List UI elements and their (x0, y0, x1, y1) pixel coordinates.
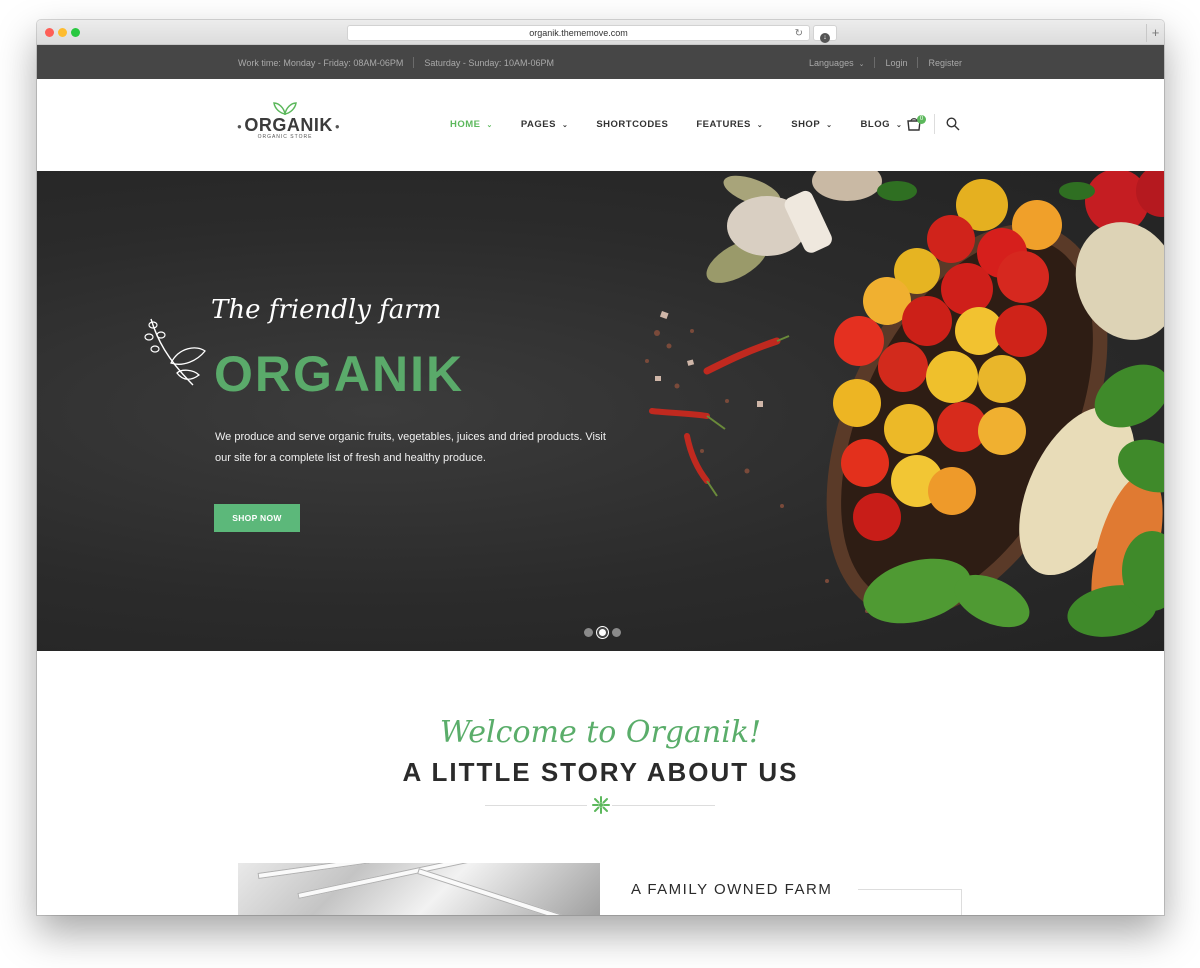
weekend-time-text: Saturday - Sunday: 10AM-06PM (424, 57, 554, 68)
site-logo[interactable]: ● ORGANIK ● ORGANIC STORE (235, 99, 340, 155)
cart-count-badge: 0 (917, 115, 926, 124)
nav-item-blog[interactable]: BLOG ⌄ (861, 119, 903, 130)
languages-label: Languages (809, 57, 854, 68)
slide-dot[interactable] (612, 628, 621, 637)
maximize-window-button[interactable] (71, 28, 80, 37)
hero-title: ORGANIK (214, 346, 465, 402)
nav-item-label: BLOG (860, 119, 890, 130)
slider-pagination (582, 627, 623, 638)
vegetable-bowl-image (645, 171, 1164, 637)
divider (934, 114, 935, 134)
welcome-script-title: Welcome to Organik! (439, 715, 762, 750)
chevron-down-icon: ⌄ (756, 121, 764, 129)
divider (612, 805, 715, 806)
nav-item-home[interactable]: HOME ⌄ (450, 119, 493, 130)
leaf-logo-icon (273, 102, 297, 115)
nav-item-shortcodes[interactable]: SHORTCODES (596, 119, 668, 130)
register-link[interactable]: Register (928, 58, 962, 68)
nav-item-features[interactable]: FEATURES ⌄ (696, 119, 763, 130)
chevron-down-icon: ⌄ (561, 121, 569, 129)
nav-item-pages[interactable]: PAGES ⌄ (521, 119, 568, 130)
divider (874, 57, 876, 68)
top-info-bar: Work time: Monday - Friday: 08AM-06PM Sa… (37, 45, 1164, 79)
search-icon[interactable] (946, 117, 960, 131)
divider (858, 889, 962, 890)
shop-now-button[interactable]: SHOP NOW (214, 504, 300, 532)
download-button[interactable]: ↓ (813, 25, 837, 43)
nav-item-label: FEATURES (696, 119, 751, 130)
slide-dot-active[interactable] (597, 627, 608, 638)
divider (485, 805, 587, 806)
site-header: ● ORGANIK ● ORGANIC STORE HOME ⌄ PAGES ⌄ SHO… (37, 79, 1164, 171)
address-url: organik.thememove.com (529, 28, 628, 38)
new-tab-button[interactable]: + (1146, 24, 1164, 42)
main-nav: HOME ⌄ PAGES ⌄ SHORTCODES FEATURES ⌄ SHOP ⌄ … (450, 119, 930, 130)
divider (917, 57, 919, 68)
chevron-down-icon: ⌄ (896, 121, 903, 129)
plus-icon: + (1151, 25, 1160, 40)
browser-window: organik.thememove.com ↻ ↓ + Work time: M… (37, 20, 1164, 915)
flower-ornament-icon (592, 796, 610, 814)
nav-item-shop[interactable]: SHOP ⌄ (791, 119, 832, 130)
chevron-down-icon: ⌄ (826, 121, 833, 129)
hero-tagline: The friendly farm (211, 295, 442, 325)
nav-item-label: PAGES (520, 119, 556, 130)
download-icon: ↓ (820, 33, 830, 43)
nav-item-label: SHOP (791, 119, 821, 130)
reload-icon[interactable]: ↻ (795, 27, 803, 41)
address-bar[interactable]: organik.thememove.com ↻ (347, 25, 810, 41)
hero-slider: The friendly farm ORGANIK We produce and… (37, 171, 1164, 651)
languages-dropdown[interactable]: Languages ⌄ (809, 58, 864, 68)
minimize-window-button[interactable] (58, 28, 67, 37)
farm-title: A FAMILY OWNED FARM (631, 881, 833, 898)
welcome-section: Welcome to Organik! A LITTLE STORY ABOUT… (37, 651, 1164, 915)
nav-item-label: HOME (450, 119, 481, 130)
farm-photo (238, 863, 600, 915)
section-heading: A LITTLE STORY ABOUT US (402, 757, 799, 787)
logo-brand: ORGANIK (244, 115, 333, 135)
close-window-button[interactable] (45, 28, 54, 37)
hero-description: We produce and serve organic fruits, veg… (215, 431, 606, 464)
divider (413, 57, 415, 68)
chevron-down-icon: ⌄ (486, 121, 493, 129)
slide-dot[interactable] (584, 628, 593, 637)
browser-titlebar: organik.thememove.com ↻ ↓ + (37, 20, 1164, 45)
divider (961, 889, 962, 915)
branch-ornament-icon (144, 318, 206, 386)
work-time-text: Work time: Monday - Friday: 08AM-06PM (238, 57, 404, 68)
chevron-down-icon: ⌄ (858, 60, 865, 68)
login-link[interactable]: Login (885, 58, 907, 68)
nav-item-label: SHORTCODES (596, 119, 669, 130)
